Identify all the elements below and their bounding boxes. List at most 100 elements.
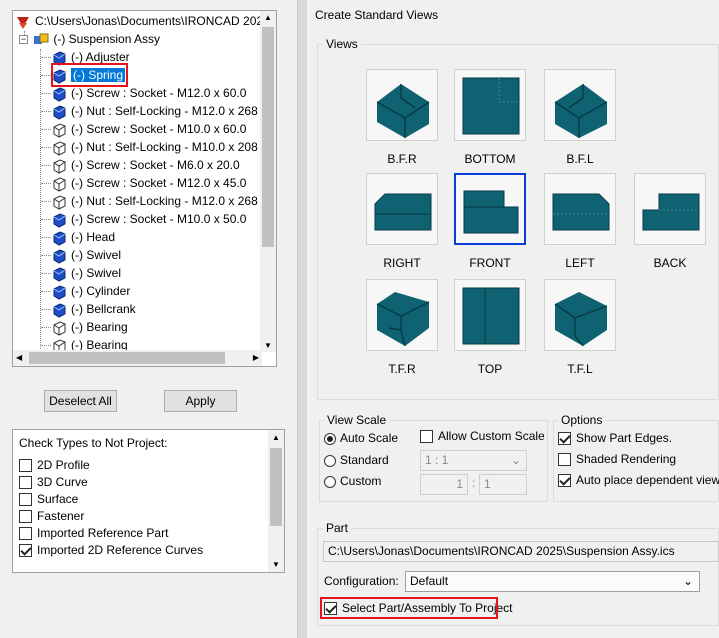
tree-item[interactable]: (-) Cylinder (51, 282, 130, 300)
custom-label: Custom (340, 474, 382, 488)
tree-horizontal-scrollbar[interactable]: ◀ ▶ (13, 350, 262, 366)
tree-item-label: (-) Head (71, 230, 116, 244)
assembly-icon (33, 32, 49, 48)
scroll-down-icon[interactable]: ▼ (264, 341, 272, 350)
part-icon (51, 176, 67, 192)
part-icon (51, 140, 67, 156)
auto-place-checkbox[interactable]: Auto place dependent views. (558, 473, 719, 488)
view-tile-bfl[interactable] (544, 69, 616, 141)
scroll-left-icon[interactable]: ◀ (16, 353, 22, 362)
tree-item-label: (-) Screw : Socket - M10.0 x 60.0 (71, 122, 247, 136)
part-path-field[interactable]: C:\Users\Jonas\Documents\IRONCAD 2025\Su… (323, 541, 719, 562)
view-tile-top[interactable] (454, 279, 526, 351)
tree-item[interactable]: (-) Head (51, 228, 115, 246)
spring-red-highlight (51, 63, 128, 87)
collapse-toggle-icon[interactable]: − (19, 35, 28, 45)
auto-place-label: Auto place dependent views. (576, 473, 719, 487)
tree-item[interactable]: (-) Nut : Self-Locking - M12.0 x 268 (51, 102, 258, 120)
part-icon (51, 122, 67, 138)
checkbox-icon (19, 510, 32, 524)
view-tile-tfl[interactable] (544, 279, 616, 351)
scroll-up-icon[interactable]: ▲ (272, 433, 280, 442)
view-tile-tfr[interactable] (366, 279, 438, 351)
tree-vertical-scrollbar[interactable]: ▲ ▼ (260, 11, 276, 352)
view-label: RIGHT (383, 256, 421, 270)
tree-item-label: (-) Bellcrank (71, 302, 136, 316)
panel-title: Create Standard Views (315, 8, 439, 22)
tree-item[interactable]: (-) Bearing (51, 318, 128, 336)
shaded-label: Shaded Rendering (576, 452, 677, 466)
deselect-all-button[interactable]: Deselect All (44, 390, 117, 412)
view-preview-icon (642, 193, 700, 231)
scroll-thumb[interactable] (262, 27, 274, 247)
shaded-rendering-checkbox[interactable]: Shaded Rendering (558, 452, 677, 467)
pane-splitter[interactable] (297, 0, 307, 638)
part-icon (51, 248, 67, 264)
check-type-item[interactable]: Imported Reference Part (19, 525, 168, 542)
check-list-scrollbar[interactable]: ▲ ▼ (268, 430, 284, 572)
part-path-value: C:\Users\Jonas\Documents\IRONCAD 2025\Su… (328, 544, 675, 558)
view-tile-right[interactable] (366, 173, 438, 245)
select-part-red-highlight (320, 597, 498, 619)
chevron-down-icon: ⌄ (682, 574, 693, 588)
custom-scale-left-field[interactable]: 1 (420, 474, 468, 495)
tree-item[interactable]: (-) Nut : Self-Locking - M12.0 x 268 (51, 192, 258, 210)
show-part-edges-checkbox[interactable]: Show Part Edges. (558, 431, 672, 446)
checkbox-icon (558, 432, 571, 446)
scroll-right-icon[interactable]: ▶ (253, 353, 259, 362)
scale-separator: : (472, 476, 476, 490)
tree-connector (41, 75, 51, 76)
tree-item[interactable]: (-) Screw : Socket - M12.0 x 45.0 (51, 174, 246, 192)
check-types-title: Check Types to Not Project: (19, 436, 168, 450)
view-tile-bottom[interactable] (454, 69, 526, 141)
tree-item-label: (-) Cylinder (71, 284, 131, 298)
view-preview-icon (554, 84, 608, 138)
view-tile-front[interactable] (454, 173, 526, 245)
scroll-down-icon[interactable]: ▼ (272, 560, 280, 569)
check-types-list[interactable]: Check Types to Not Project: 2D Profile 3D… (12, 429, 285, 573)
check-type-item[interactable]: 3D Curve (19, 474, 88, 491)
tree-item[interactable]: (-) Screw : Socket - M6.0 x 20.0 (51, 156, 240, 174)
options-title: Options (558, 413, 606, 427)
apply-button[interactable]: Apply (164, 390, 237, 412)
check-type-item[interactable]: Imported 2D Reference Curves (19, 542, 203, 559)
view-preview-icon (552, 193, 610, 231)
custom-right-value: 1 (484, 477, 491, 491)
view-preview-icon (376, 84, 430, 138)
tree-root[interactable]: C:\Users\Jonas\Documents\IRONCAD 202 (15, 12, 263, 30)
check-type-label: 2D Profile (37, 458, 90, 472)
view-tile-bfr[interactable] (366, 69, 438, 141)
tree-item[interactable]: (-) Screw : Socket - M10.0 x 60.0 (51, 120, 246, 138)
create-standard-views-panel: Create Standard Views Views B.F.R BOTTOM B… (307, 0, 719, 638)
tree-item[interactable]: (-) Nut : Self-Locking - M10.0 x 208 (51, 138, 258, 156)
allow-custom-scale-checkbox[interactable]: Allow Custom Scale (420, 429, 545, 444)
check-type-label: Imported 2D Reference Curves (37, 543, 204, 557)
tree-item[interactable]: (-) Bellcrank (51, 300, 136, 318)
check-type-item[interactable]: Surface (19, 491, 78, 508)
tree-item[interactable]: (-) Swivel (51, 264, 121, 282)
standard-scale-select[interactable]: 1 : 1 ⌄ (420, 450, 527, 471)
scroll-up-icon[interactable]: ▲ (264, 13, 272, 22)
tree-connector (41, 219, 51, 220)
tree-item[interactable]: (-) Swivel (51, 246, 121, 264)
view-preview-icon (462, 287, 520, 345)
check-type-item[interactable]: 2D Profile (19, 457, 90, 474)
auto-scale-radio[interactable]: Auto Scale (324, 431, 398, 445)
tree-item-label: (-) Nut : Self-Locking - M12.0 x 268 (71, 104, 258, 118)
assembly-label: (-) Suspension Assy (53, 32, 161, 46)
checkbox-icon (19, 527, 32, 541)
tree-assembly-node[interactable]: − (-) Suspension Assy (19, 30, 160, 48)
left-pane: C:\Users\Jonas\Documents\IRONCAD 202 − (… (0, 0, 297, 638)
hscroll-thumb[interactable] (29, 352, 225, 364)
check-type-item[interactable]: Fastener (19, 508, 84, 525)
custom-scale-right-field[interactable]: 1 (479, 474, 527, 495)
tree-connector (41, 57, 51, 58)
configuration-select[interactable]: Default ⌄ (405, 571, 700, 592)
checkbox-icon (19, 544, 32, 558)
view-tile-left[interactable] (544, 173, 616, 245)
custom-radio[interactable]: Custom (324, 474, 381, 488)
tree-item[interactable]: (-) Screw : Socket - M10.0 x 50.0 (51, 210, 246, 228)
view-tile-back[interactable] (634, 173, 706, 245)
standard-radio[interactable]: Standard (324, 453, 389, 467)
scroll-thumb[interactable] (270, 448, 282, 526)
